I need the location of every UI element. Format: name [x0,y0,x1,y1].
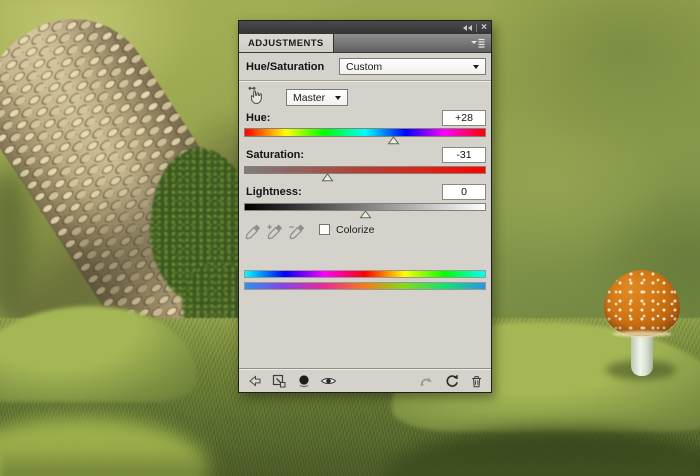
saturation-label: Saturation: [246,149,304,161]
tab-adjustments[interactable]: ADJUSTMENTS [239,34,334,52]
view-previous-state-icon[interactable] [418,372,435,389]
targeted-adjustment-tool-icon[interactable] [247,85,267,105]
preset-value: Custom [346,61,382,73]
left-triangle-icon [463,25,467,31]
panel-body: Hue/Saturation Custom Master Hue: +28 Sa… [239,54,491,392]
channel-value: Master [293,92,325,104]
left-triangle-icon [468,25,472,31]
reset-to-defaults-icon[interactable] [443,372,460,389]
saturation-slider-track[interactable] [244,166,486,174]
chevron-down-icon [473,65,479,69]
panel-tab-row: ADJUSTMENTS [239,34,491,53]
lightness-slider-thumb[interactable] [359,210,372,219]
close-icon[interactable]: × [481,23,487,33]
titlebar-separator [476,24,477,32]
panel-titlebar[interactable]: × [239,21,491,34]
preset-dropdown[interactable]: Custom [339,58,486,75]
saturation-value-field[interactable]: -31 [442,147,486,163]
spectrum-bar-original [244,270,486,278]
switch-to-expanded-view-icon[interactable] [270,372,287,389]
adjustments-panel: × ADJUSTMENTS Hue/Saturation Custom Mast… [238,20,492,393]
lightness-value-field[interactable]: 0 [442,184,486,200]
header-divider [239,80,491,82]
hue-value-field[interactable]: +28 [442,110,486,126]
fly-agaric-mushroom [598,268,690,380]
return-to-adjustment-list-icon[interactable] [245,372,262,389]
clip-to-layer-icon[interactable] [295,372,312,389]
eyedropper-icon[interactable] [244,222,263,241]
mushroom-cap [604,270,680,336]
hue-slider-thumb[interactable] [387,136,400,145]
eyedropper-minus-icon[interactable] [288,222,307,241]
lightness-slider-track[interactable] [244,203,486,211]
hue-slider-track[interactable] [244,128,486,137]
toggle-layer-visibility-icon[interactable] [320,372,337,389]
lightness-label: Lightness: [246,186,302,198]
delete-adjustment-icon[interactable] [468,372,485,389]
collapse-to-icons-icon[interactable] [463,25,472,31]
colorize-checkbox[interactable] [319,224,330,235]
eyedropper-plus-icon[interactable] [266,222,285,241]
adjustment-title: Hue/Saturation [246,61,324,73]
spectrum-bar-adjusted [244,282,486,290]
panel-bottom-toolbar [239,368,491,392]
foreground-blur-band [0,446,700,476]
panel-menu-icon[interactable] [470,37,486,49]
chevron-down-icon [335,96,341,100]
channel-dropdown[interactable]: Master [286,89,348,106]
hue-label: Hue: [246,112,270,124]
saturation-slider-thumb[interactable] [321,173,334,182]
colorize-label: Colorize [336,224,375,236]
